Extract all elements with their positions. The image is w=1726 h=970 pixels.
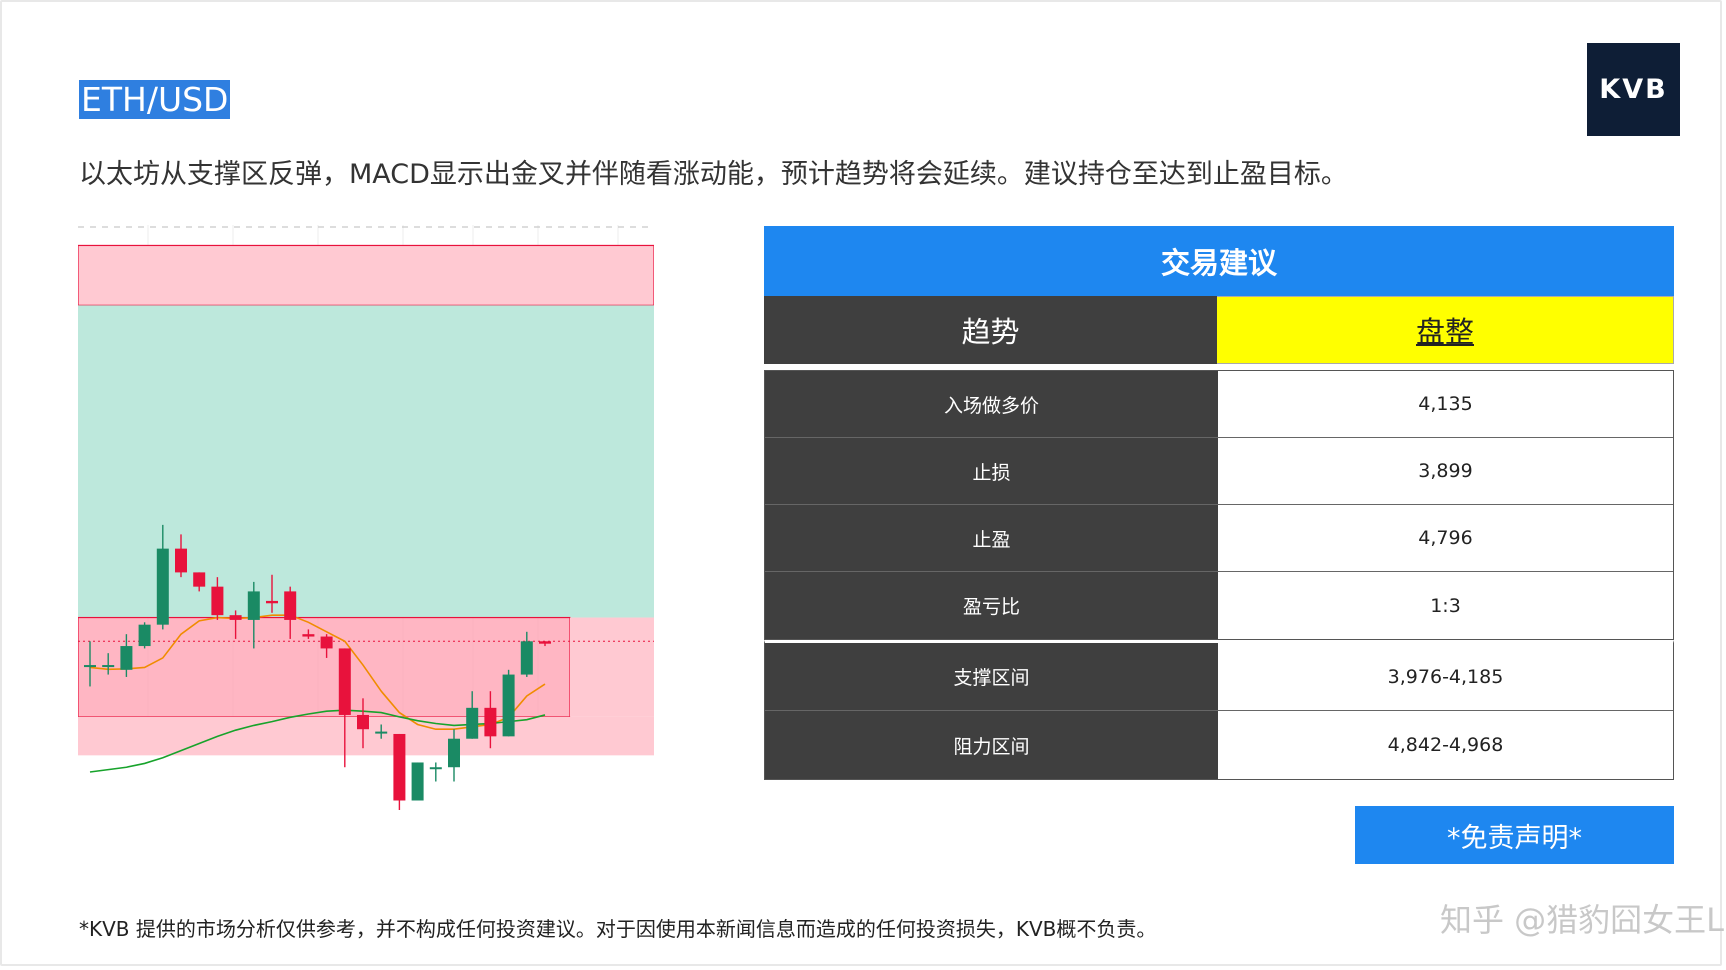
candle-body xyxy=(484,707,497,737)
support-zone-label: 支撑区间 xyxy=(765,643,1218,710)
trend-label: 趋势 xyxy=(764,296,1217,364)
stop-loss-value: 3,899 xyxy=(1218,438,1673,504)
table-row: 入场做多价 4,135 xyxy=(765,371,1673,438)
disclaimer-button[interactable]: *免责声明* xyxy=(1355,806,1674,864)
page-title: ETH/USD xyxy=(79,80,231,119)
candle-body xyxy=(393,733,406,801)
candle-body xyxy=(266,600,278,604)
candle-body xyxy=(284,591,297,620)
kvb-logo: KVB xyxy=(1587,43,1680,136)
resistance-zone-label: 阻力区间 xyxy=(765,711,1218,779)
candle-body xyxy=(193,572,206,587)
candle-body xyxy=(229,615,242,620)
candle-body xyxy=(466,707,479,739)
candle-body xyxy=(357,714,369,730)
trend-value: 盘整 xyxy=(1217,296,1674,364)
support-zone-value: 3,976-4,185 xyxy=(1218,643,1673,710)
candle-body xyxy=(502,674,515,737)
support-zone xyxy=(78,616,571,718)
take-profit-value: 4,796 xyxy=(1218,505,1673,571)
resistance-zone xyxy=(78,244,654,306)
zones-table: 支撑区间 3,976-4,185 阻力区间 4,842-4,968 xyxy=(764,640,1674,780)
candle-body xyxy=(120,646,133,670)
candle-body xyxy=(156,548,169,625)
stop-loss-label: 止损 xyxy=(765,438,1218,504)
risk-reward-label: 盈亏比 xyxy=(765,572,1218,639)
take-profit-label: 止盈 xyxy=(765,505,1218,571)
entry-value: 4,135 xyxy=(1218,371,1673,437)
table-row: 止损 3,899 xyxy=(765,438,1673,505)
risk-reward-value: 1:3 xyxy=(1218,572,1673,639)
candle-body xyxy=(411,762,424,801)
candle-body xyxy=(211,586,224,616)
analysis-summary: 以太坊从支撑区反弹，MACD显示出金叉并伴随看涨动能，预计趋势将会延续。建议持仓… xyxy=(79,159,1348,190)
entry-label: 入场做多价 xyxy=(765,371,1218,437)
table-row: 支撑区间 3,976-4,185 xyxy=(765,643,1673,711)
candle-body xyxy=(84,665,96,668)
trade-levels-table: 入场做多价 4,135 止损 3,899 止盈 4,796 盈亏比 1:3 xyxy=(764,370,1674,640)
table-row: 止盈 4,796 xyxy=(765,505,1673,572)
candle-body xyxy=(247,591,260,620)
candle-body xyxy=(448,738,460,768)
candle-body xyxy=(302,634,315,637)
footer-disclaimer: *KVB 提供的市场分析仅供参考，并不构成任何投资建议。对于因使用本新闻信息而造… xyxy=(79,917,1157,941)
candle-body xyxy=(429,767,442,770)
candle-body xyxy=(375,731,388,734)
candle-body xyxy=(539,641,551,644)
resistance-zone-value: 4,842-4,968 xyxy=(1218,711,1673,779)
trend-row: 趋势 盘整 xyxy=(764,296,1674,364)
price-chart xyxy=(78,225,654,810)
candle-body xyxy=(520,641,533,675)
candle-body xyxy=(175,548,187,573)
candle-body xyxy=(338,648,351,715)
trade-advice-header: 交易建议 xyxy=(764,226,1674,296)
candle-body xyxy=(102,665,115,668)
table-row: 盈亏比 1:3 xyxy=(765,572,1673,639)
watermark: 知乎 @猎豹囧女王Li xyxy=(1440,901,1726,939)
table-row: 阻力区间 4,842-4,968 xyxy=(765,711,1673,779)
candle-body xyxy=(320,636,333,649)
support-extension-zone xyxy=(570,617,654,717)
candle-body xyxy=(138,624,151,647)
